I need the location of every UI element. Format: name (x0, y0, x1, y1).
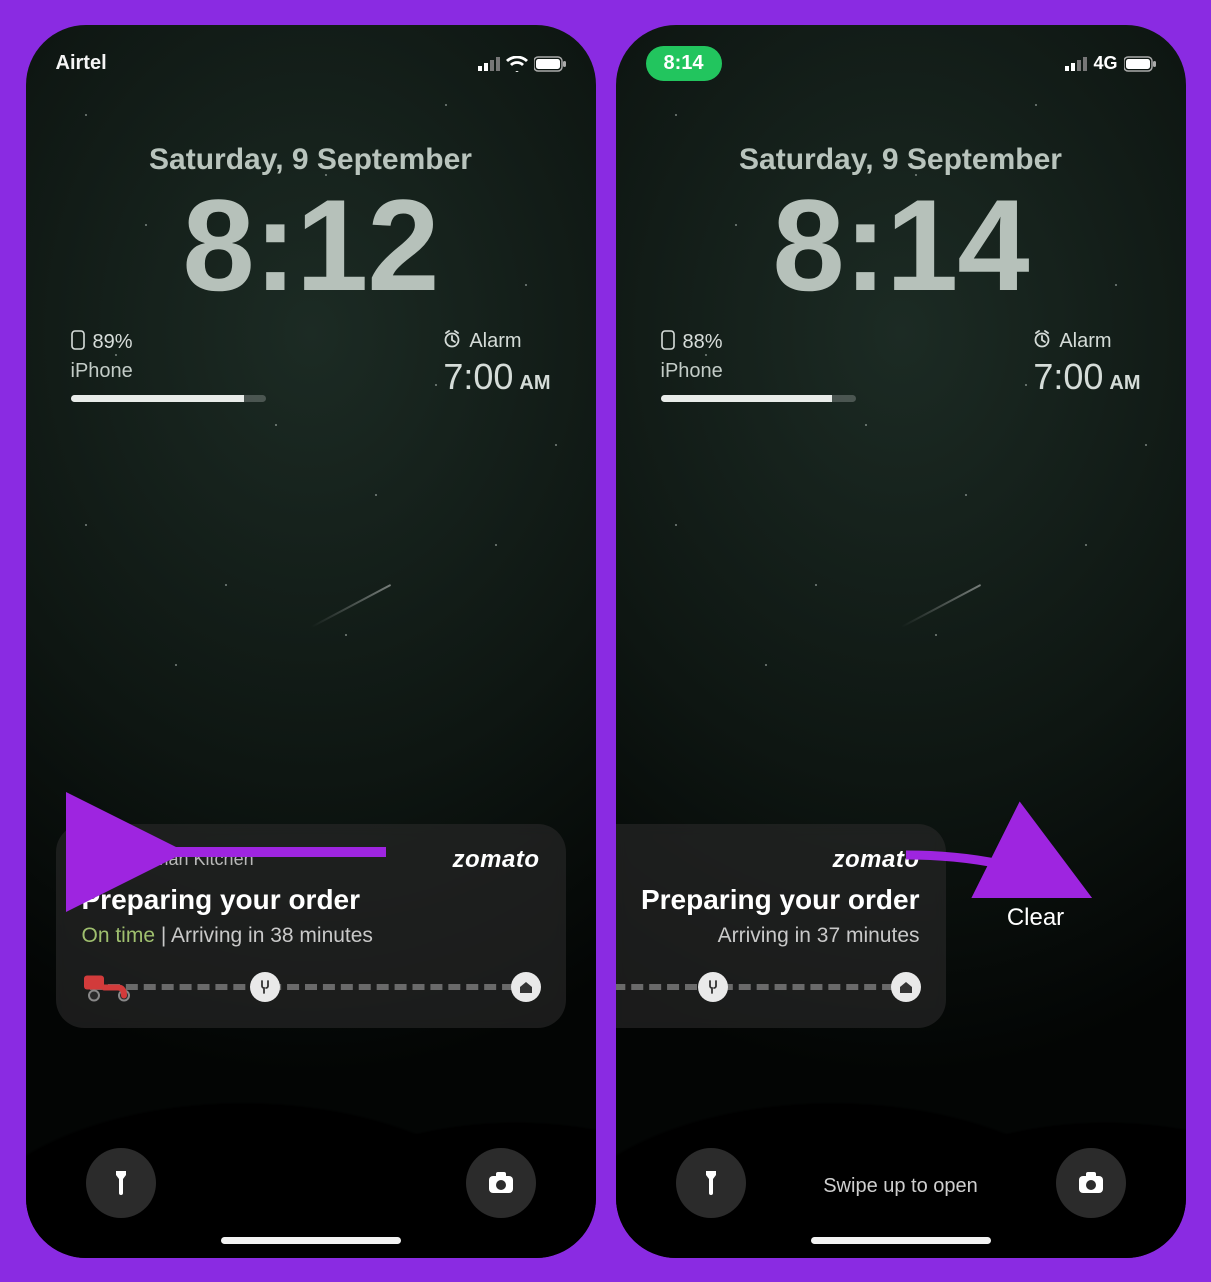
card-title: Preparing your order (82, 884, 540, 916)
network-label: 4G (1093, 53, 1117, 74)
battery-icon (534, 56, 566, 72)
alarm-label: Alarm (1059, 330, 1111, 353)
card-brand: zomato (453, 846, 540, 874)
home-indicator[interactable] (221, 1237, 401, 1244)
status-time-pill[interactable]: 8:14 (646, 46, 722, 81)
clear-button[interactable]: Clear (916, 808, 1156, 1028)
lockscreen-right: 8:14 4G Saturday, 9 September 8:14 88% (616, 25, 1186, 1258)
cellular-signal-icon (478, 57, 500, 71)
alarm-ampm: AM (519, 372, 550, 395)
home-mark-icon (511, 972, 541, 1002)
alarm-label: Alarm (469, 330, 521, 353)
carrier-label: Airtel (56, 52, 107, 75)
battery-widget[interactable]: 89% iPhone (71, 330, 291, 402)
delivery-progress (616, 972, 920, 1002)
alarm-clock-icon (443, 330, 461, 354)
battery-bar (661, 395, 856, 402)
flashlight-button[interactable] (86, 1148, 156, 1218)
alarm-widget[interactable]: Alarm 7:00 AM (443, 330, 550, 402)
phone-icon (661, 330, 675, 356)
card-status: On time (82, 924, 156, 947)
restaurant-mark-icon (698, 972, 728, 1002)
phone-icon (71, 330, 85, 356)
shooting-star (310, 583, 390, 627)
lock-time: 8:14 (616, 170, 1186, 320)
alarm-time: 7:00 (1033, 356, 1103, 398)
battery-bar (71, 395, 266, 402)
home-indicator[interactable] (811, 1237, 991, 1244)
status-bar: Airtel (26, 49, 596, 79)
camera-button[interactable] (466, 1148, 536, 1218)
shooting-star (900, 583, 980, 627)
scooter-icon (82, 967, 138, 1006)
restaurant-mark-icon (250, 972, 280, 1002)
status-bar: 8:14 4G (616, 49, 1186, 79)
swipe-hint: Swipe up to open (616, 1175, 1186, 1198)
alarm-clock-icon (1033, 330, 1051, 354)
delivery-progress (82, 972, 540, 1002)
lock-time: 8:12 (26, 170, 596, 320)
battery-percent: 88% (683, 331, 723, 354)
battery-percent: 89% (93, 331, 133, 354)
battery-device: iPhone (661, 360, 881, 383)
cellular-signal-icon (1065, 57, 1087, 71)
card-eta: Arriving in 38 minutes (171, 924, 373, 947)
battery-widget[interactable]: 88% iPhone (661, 330, 881, 402)
card-title: Preparing your order (616, 884, 920, 916)
widgets-row: 88% iPhone Alarm 7:00 AM (661, 330, 1141, 402)
alarm-ampm: AM (1109, 372, 1140, 395)
lockscreen-left: Airtel Saturday, 9 September 8:12 8 (26, 25, 596, 1258)
alarm-widget[interactable]: Alarm 7:00 AM (1033, 330, 1140, 402)
wifi-icon (506, 56, 528, 72)
alarm-time: 7:00 (443, 356, 513, 398)
annotation-arrow-right (896, 845, 1096, 910)
battery-device: iPhone (71, 360, 291, 383)
annotation-arrow-left (146, 827, 396, 882)
home-mark-icon (891, 972, 921, 1002)
widgets-row: 89% iPhone Alarm 7:00 AM (71, 330, 551, 402)
battery-icon (1124, 56, 1156, 72)
card-eta: Arriving in 37 minutes (718, 924, 920, 947)
